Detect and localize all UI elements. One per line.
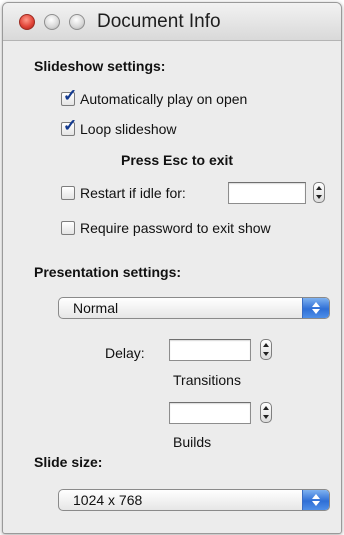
slide-size-popup[interactable]: 1024 x 768 — [58, 489, 330, 511]
autoplay-label: Automatically play on open — [80, 91, 248, 107]
idle-time-field[interactable] — [228, 182, 306, 204]
presentation-mode-value: Normal — [73, 300, 119, 316]
checkmark-icon: ✓ — [63, 116, 78, 135]
popup-arrows-icon — [302, 490, 329, 510]
builds-delay-stepper[interactable] — [260, 402, 272, 423]
checkmark-icon: ✓ — [63, 86, 78, 105]
presentation-settings-heading: Presentation settings: — [34, 264, 182, 280]
transitions-delay-stepper[interactable] — [260, 339, 272, 360]
window-title: Document Info — [97, 11, 221, 32]
loop-slideshow-checkbox[interactable]: ✓ — [61, 117, 77, 136]
transitions-delay-field[interactable] — [169, 339, 251, 361]
document-info-window: Document Info Slideshow settings: ✓ Auto… — [2, 2, 342, 534]
loop-slideshow-label: Loop slideshow — [80, 121, 177, 137]
title-bar: Document Info — [3, 3, 341, 41]
idle-time-stepper[interactable] — [313, 182, 325, 203]
require-password-label: Require password to exit show — [80, 220, 271, 236]
slideshow-settings-heading: Slideshow settings: — [34, 58, 166, 74]
slide-size-heading: Slide size: — [34, 454, 103, 470]
transitions-label: Transitions — [173, 372, 241, 388]
delay-label: Delay: — [105, 345, 145, 361]
slide-size-value: 1024 x 768 — [73, 492, 143, 508]
popup-arrows-icon — [302, 298, 329, 318]
restart-if-idle-checkbox[interactable] — [61, 186, 75, 200]
autoplay-checkbox[interactable]: ✓ — [61, 87, 77, 106]
close-window-button[interactable] — [19, 14, 35, 30]
presentation-mode-popup[interactable]: Normal — [58, 297, 330, 319]
esc-note: Press Esc to exit — [121, 152, 234, 168]
zoom-window-button[interactable] — [69, 14, 85, 30]
require-password-checkbox[interactable] — [61, 221, 75, 235]
minimize-window-button[interactable] — [44, 14, 60, 30]
builds-label: Builds — [173, 434, 212, 450]
builds-delay-field[interactable] — [169, 402, 251, 424]
restart-if-idle-label: Restart if idle for: — [80, 185, 186, 201]
